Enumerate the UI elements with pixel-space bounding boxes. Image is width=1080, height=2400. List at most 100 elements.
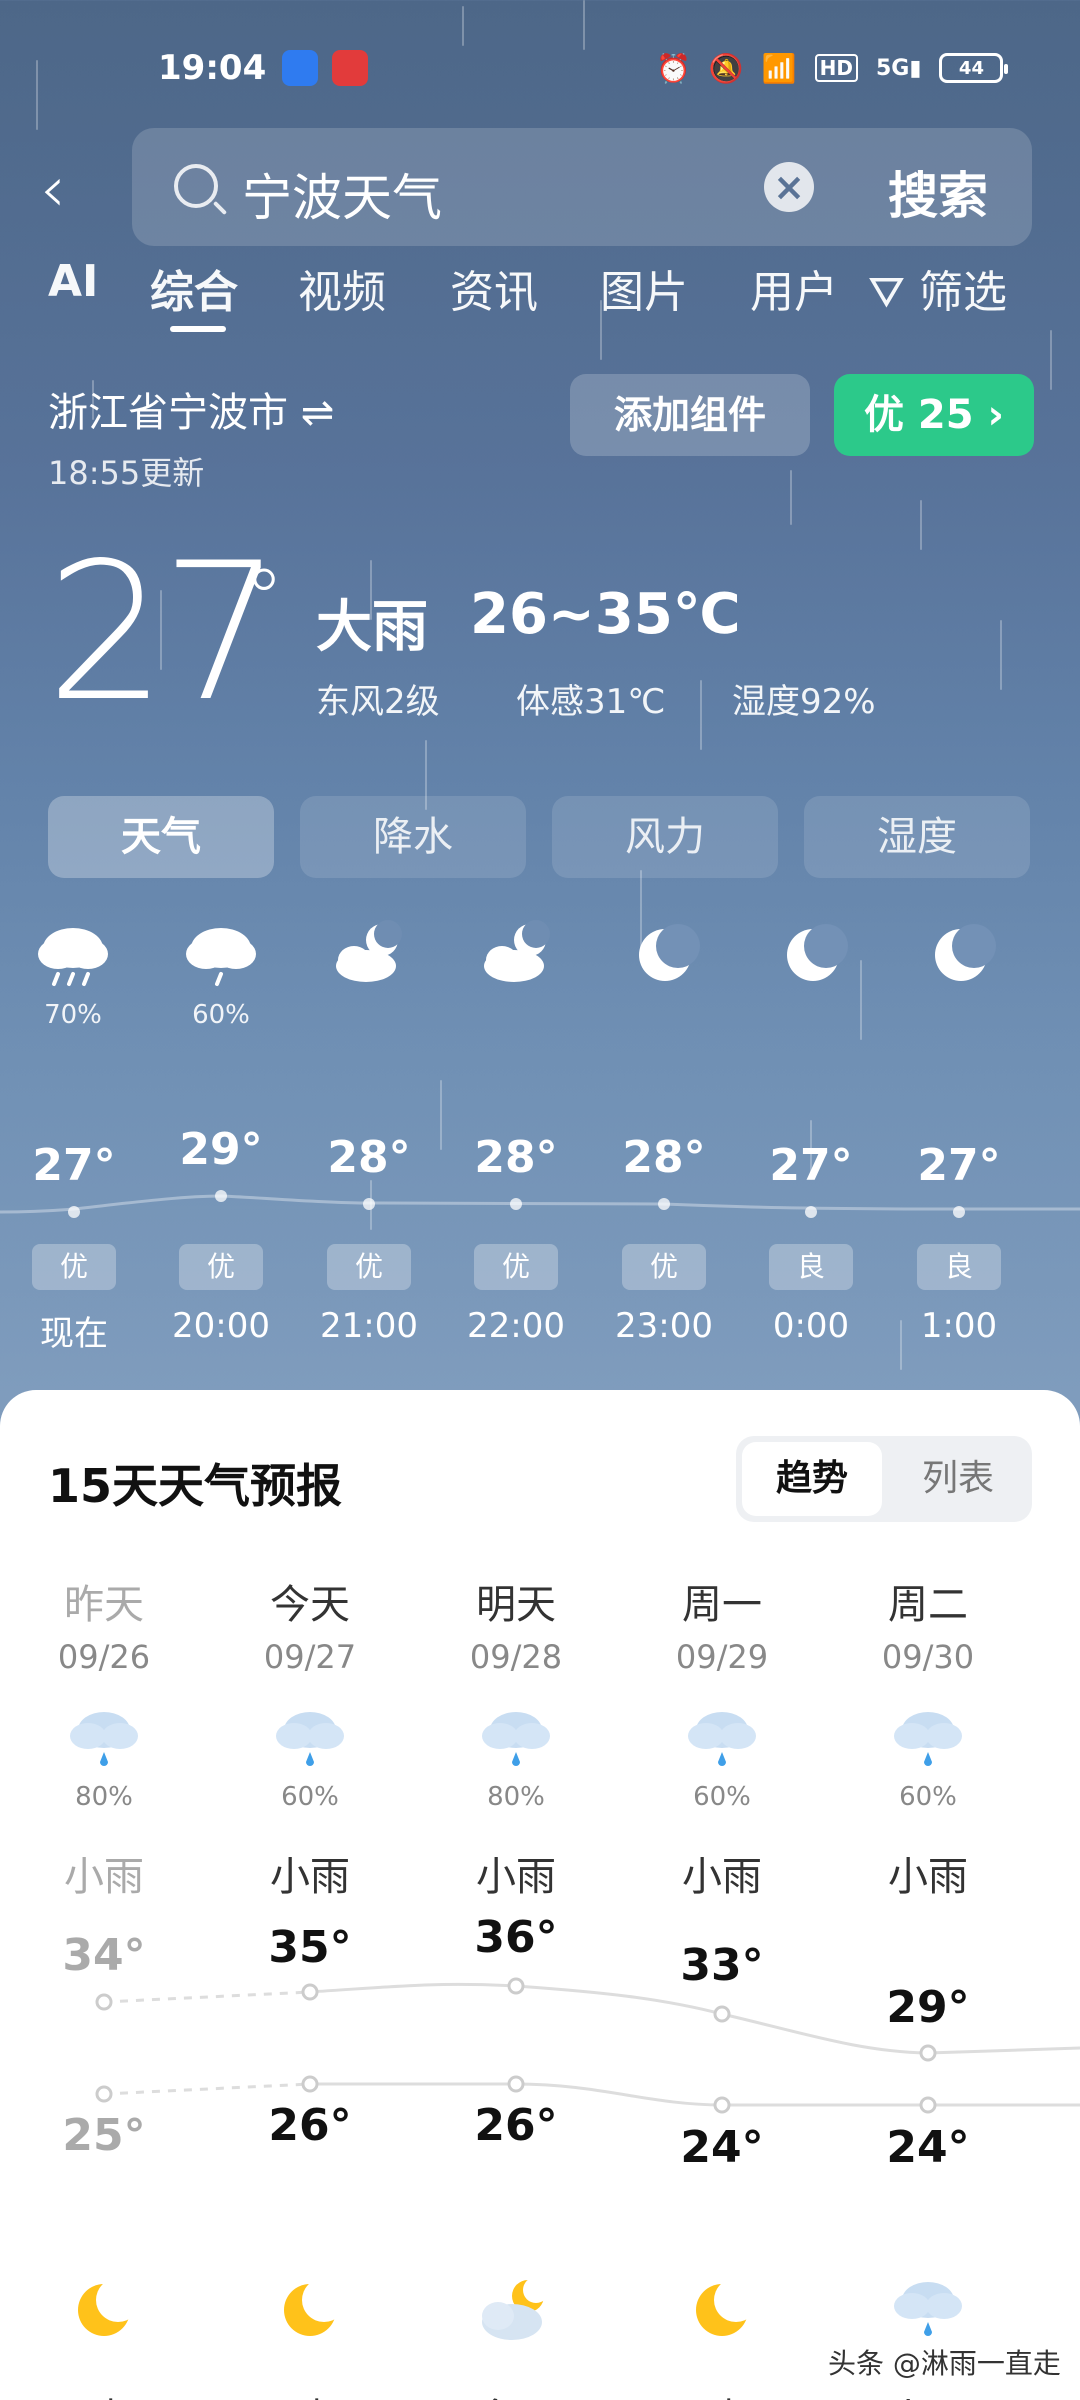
moon-icon: [284, 2278, 346, 2336]
filter-button[interactable]: ⛛ 筛选: [868, 256, 1007, 320]
night-condition: 晴: [230, 2386, 390, 2400]
tab-images[interactable]: 图片: [600, 256, 688, 320]
hour-aqi-badge: 优: [32, 1244, 116, 1290]
forecast-title: 15天天气预报: [48, 1459, 343, 1513]
day-condition: 小雨: [270, 1854, 350, 1900]
day-low-temp: 25°: [62, 2110, 146, 2161]
hour-precip: 60%: [192, 1000, 250, 1030]
rain-cloud-icon: [70, 1712, 138, 1766]
day-date: 09/29: [675, 1638, 769, 1676]
segment-wind[interactable]: 风力: [552, 796, 778, 878]
moon-icon: [696, 2278, 758, 2336]
wifi-icon: 📶: [761, 51, 797, 85]
rain-cloud-icon: [894, 1712, 962, 1766]
day-precip: 80%: [487, 1782, 545, 1812]
hour-dot: [215, 1190, 227, 1202]
location-switch[interactable]: 浙江省宁波市 ⇌: [48, 380, 334, 438]
hour-temp: 29°: [179, 1124, 263, 1175]
day-date: 09/26: [57, 1638, 151, 1676]
feels-like: 体感31℃: [516, 682, 666, 722]
day-precip: 60%: [693, 1782, 751, 1812]
segment-humidity[interactable]: 湿度: [804, 796, 1030, 878]
search-button[interactable]: 搜索: [888, 156, 988, 228]
tab-video[interactable]: 视频: [298, 256, 386, 320]
hour-temp: 27°: [769, 1140, 853, 1191]
mute-icon: 🔕: [708, 51, 744, 85]
hour-aqi-badge: 优: [474, 1244, 558, 1290]
hour-temp: 27°: [32, 1140, 116, 1191]
night-condition: 晴: [642, 2386, 802, 2400]
hour-time: 21:00: [320, 1306, 418, 1346]
hour-time: 现在: [40, 1314, 108, 1354]
hour-aqi-badge: 优: [327, 1244, 411, 1290]
moon-icon: [639, 924, 700, 981]
hour-temp: 27°: [917, 1140, 1001, 1191]
filter-label: 筛选: [918, 267, 1007, 318]
search-input[interactable]: 宁波天气: [242, 158, 442, 230]
day-low-temp: 24°: [886, 2122, 970, 2173]
tab-news[interactable]: 资讯: [450, 256, 538, 320]
tab-underline: [170, 326, 226, 332]
day-low-temp: 24°: [680, 2122, 764, 2173]
degree-symbol: °: [244, 552, 284, 645]
aqi-button[interactable]: 优 25 ›: [834, 374, 1034, 456]
clear-icon[interactable]: ×: [764, 162, 814, 212]
hour-aqi-badge: 优: [179, 1244, 263, 1290]
temperature-range: 26~35℃: [470, 582, 741, 647]
day-name: 周二: [888, 1582, 968, 1628]
segment-precipitation[interactable]: 降水: [300, 796, 526, 878]
day-date: 09/28: [469, 1638, 563, 1676]
day-low-temp: 26°: [268, 2100, 352, 2151]
night-condition: 多云: [436, 2386, 596, 2400]
tab-users[interactable]: 用户: [750, 256, 838, 320]
updated-time: 18:55更新: [48, 454, 205, 492]
hour-dot: [363, 1198, 375, 1210]
hour-dot: [805, 1206, 817, 1218]
toutiao-app-icon: [332, 50, 368, 86]
segment-weather[interactable]: 天气: [48, 796, 274, 878]
rain-cloud-icon: [688, 1712, 756, 1766]
cloudy-night-icon: [484, 920, 550, 982]
hour-dot: [953, 1206, 965, 1218]
wind-info: 东风2级: [316, 682, 440, 722]
hour-aqi-badge: 良: [917, 1244, 1001, 1290]
hour-time: 23:00: [615, 1306, 713, 1346]
toggle-trend-button[interactable]: 趋势: [742, 1442, 882, 1516]
cloudy-night-icon: [336, 920, 402, 982]
toggle-list-button[interactable]: 列表: [888, 1442, 1028, 1516]
status-icons: ⏰ 🔕 📶 HD 5G▮ 44: [656, 48, 1009, 88]
day-date: 09/30: [881, 1638, 975, 1676]
moon-icon: [78, 2278, 140, 2336]
hour-time: 22:00: [467, 1306, 565, 1346]
back-button[interactable]: ‹: [40, 150, 110, 230]
day-high-temp: 33°: [680, 1940, 764, 1991]
hour-dot: [510, 1198, 522, 1210]
watermark: 头条 @淋雨一直走: [828, 2347, 1061, 2380]
day-precip: 80%: [75, 1782, 133, 1812]
search-icon: [174, 164, 218, 208]
moon-icon: [935, 924, 996, 981]
current-condition: 大雨: [316, 595, 428, 660]
day-date: 09/27: [263, 1638, 357, 1676]
rain-cloud-icon: [38, 928, 108, 986]
humidity-info: 湿度92%: [732, 682, 876, 722]
battery-level: 44: [958, 57, 984, 79]
add-widget-button[interactable]: 添加组件: [570, 374, 810, 456]
day-name: 昨天: [64, 1582, 144, 1628]
hour-aqi-badge: 良: [769, 1244, 853, 1290]
rain-cloud-icon: [894, 2282, 962, 2336]
hour-time: 1:00: [920, 1306, 998, 1346]
hour-temp: 28°: [327, 1132, 411, 1183]
day-condition: 小雨: [888, 1854, 968, 1900]
tab-ai[interactable]: AI: [48, 256, 98, 307]
hour-dot: [68, 1206, 80, 1218]
hour-time: 20:00: [172, 1306, 270, 1346]
status-bar: 19:04 ⏰ 🔕 📶 HD 5G▮ 44: [0, 0, 1080, 130]
cloudy-night-icon: [482, 2277, 549, 2340]
hour-precip: 70%: [44, 1000, 102, 1030]
day-high-temp: 35°: [268, 1922, 352, 1973]
tab-general[interactable]: 综合: [150, 256, 238, 320]
status-time: 19:04: [158, 48, 267, 88]
rain-cloud-icon: [186, 928, 256, 986]
alarm-icon: ⏰: [656, 51, 691, 85]
